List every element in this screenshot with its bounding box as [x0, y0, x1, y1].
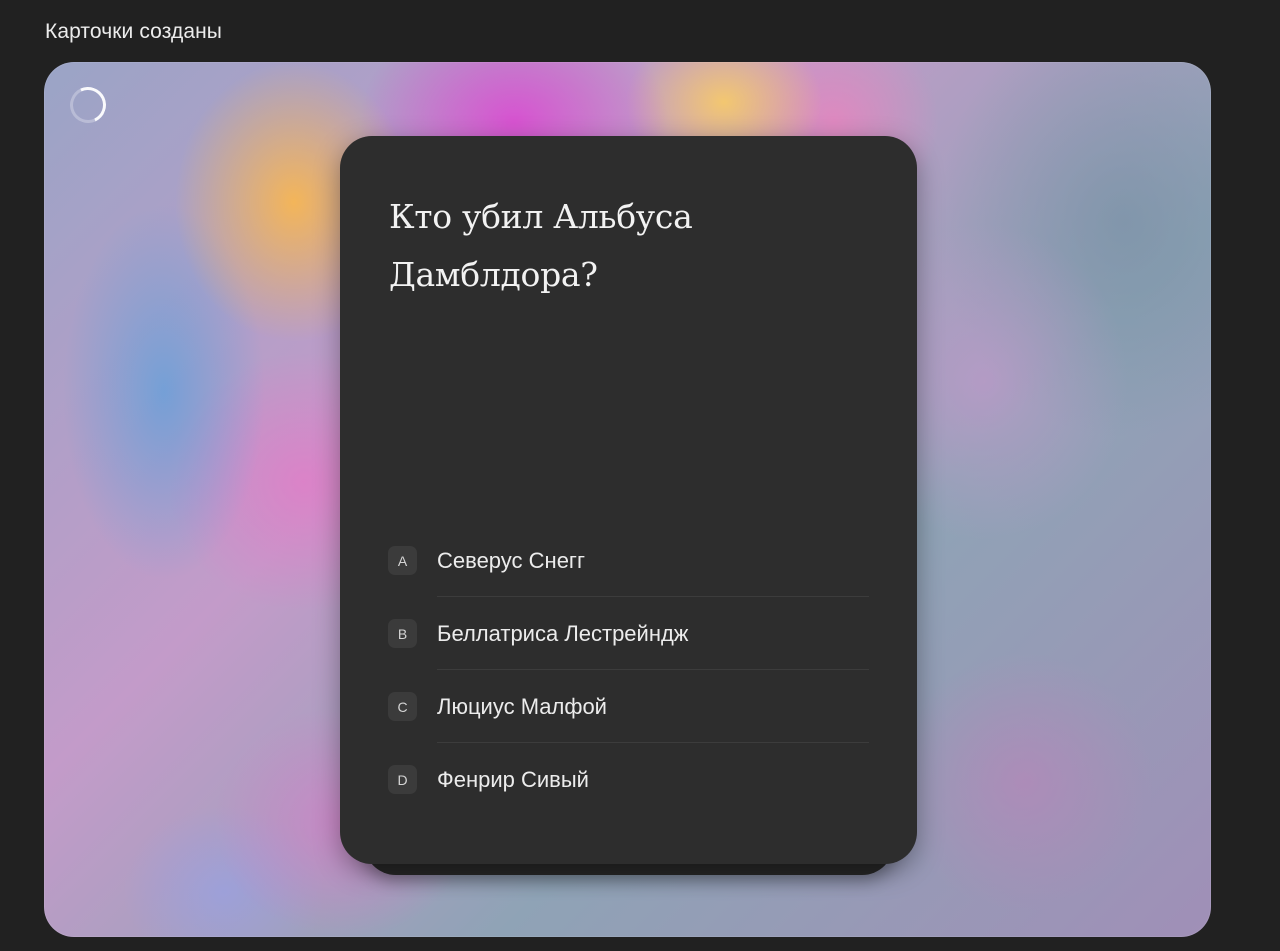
flashcard[interactable]: Кто убил Альбуса Дамблдора? A Северус Сн… [340, 136, 917, 864]
option-text: Фенрир Сивый [437, 766, 589, 792]
answer-option-c[interactable]: C Люциус Малфой [388, 670, 869, 743]
answer-option-d[interactable]: D Фенрир Сивый [388, 743, 869, 816]
option-letter-badge: B [388, 619, 417, 648]
loading-spinner-icon [64, 81, 112, 129]
option-letter-badge: C [388, 692, 417, 721]
flashcard-preview-area: Кто убил Альбуса Дамблдора? A Северус Сн… [44, 62, 1211, 937]
answer-options-list: A Северус Снегг B Беллатриса Лестрейндж … [388, 524, 869, 816]
option-text: Беллатриса Лестрейндж [437, 620, 689, 646]
answer-option-b[interactable]: B Беллатриса Лестрейндж [388, 597, 869, 670]
page-title: Карточки созданы [45, 20, 222, 43]
option-letter-badge: A [388, 546, 417, 575]
option-text: Люциус Малфой [437, 693, 607, 719]
answer-option-a[interactable]: A Северус Снегг [388, 524, 869, 597]
option-text: Северус Снегг [437, 547, 585, 573]
card-question: Кто убил Альбуса Дамблдора? [389, 197, 693, 294]
option-letter-badge: D [388, 765, 417, 794]
